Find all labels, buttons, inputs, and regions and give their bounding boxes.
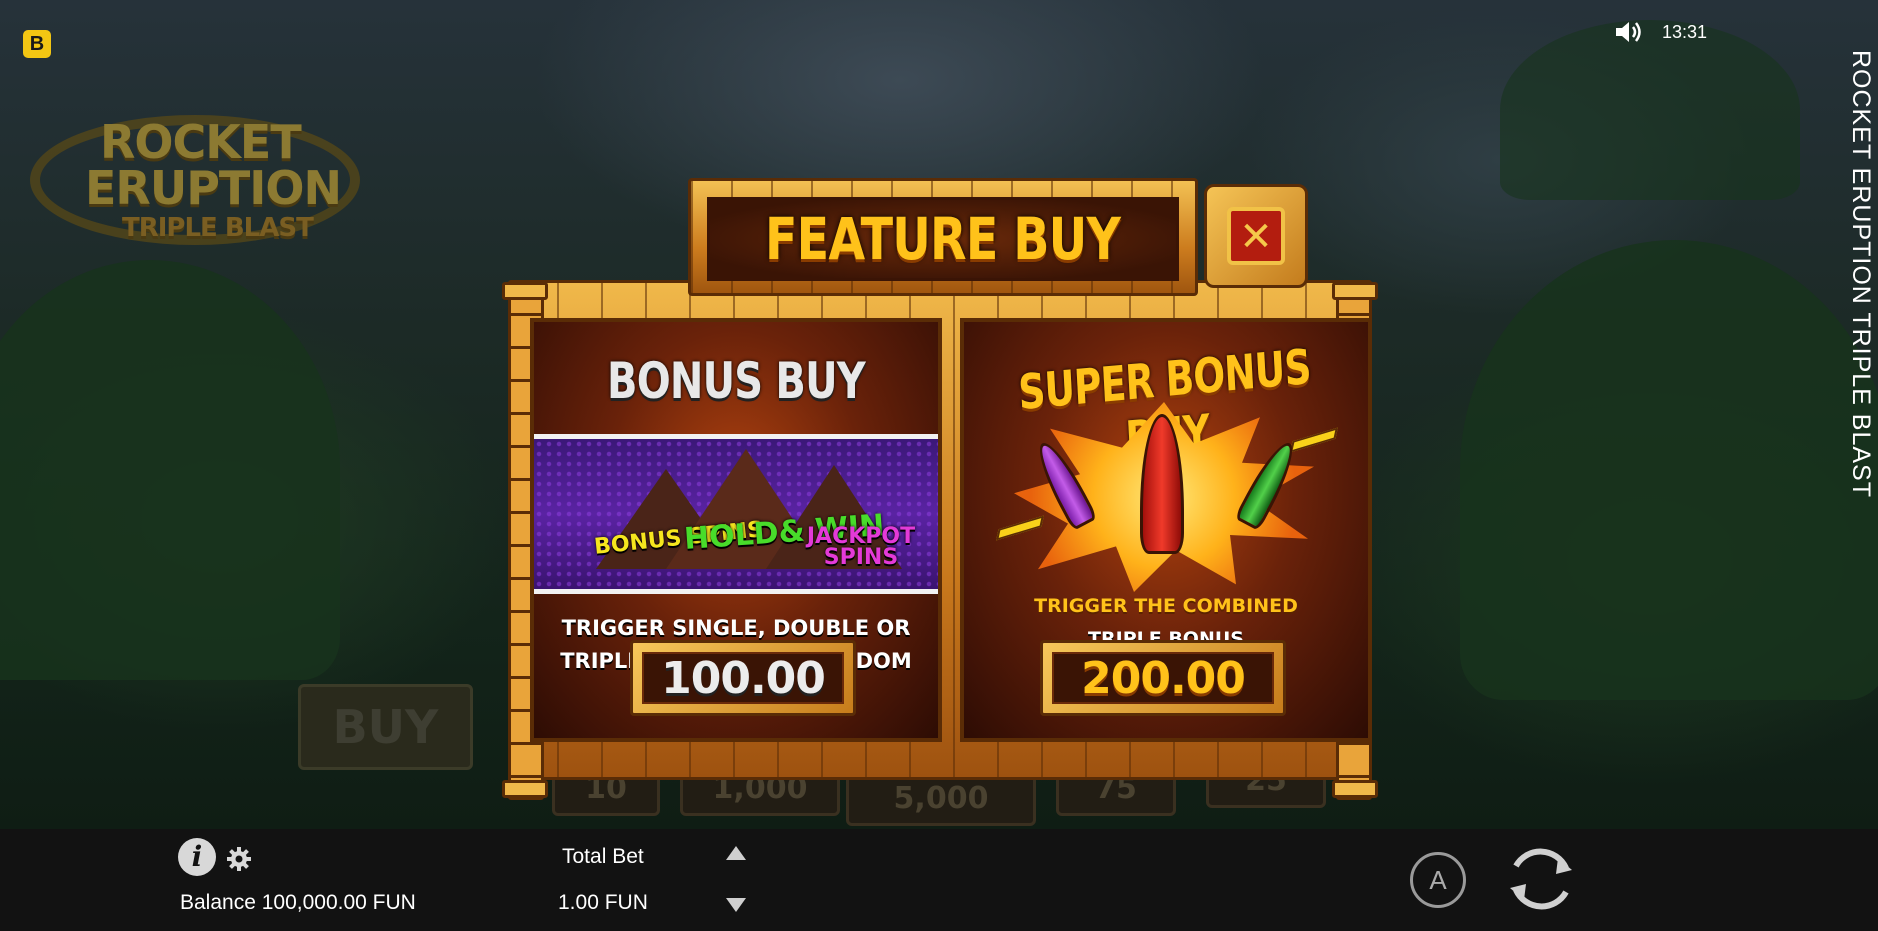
palm-foliage: [0, 260, 340, 680]
sound-icon[interactable]: [1614, 20, 1644, 44]
jackpot-spins-tag: JACKPOT SPINS: [806, 524, 916, 570]
total-bet-label: Total Bet: [562, 845, 644, 868]
palm-foliage: [1500, 20, 1800, 200]
modal-title-box: FEATURE BUY: [688, 178, 1198, 296]
autoplay-label: A: [1429, 865, 1447, 895]
bet-up-icon[interactable]: [726, 846, 746, 860]
brand-badge: B: [23, 30, 51, 58]
bonus-buy-title: BONUS BUY: [607, 352, 866, 410]
bottom-bar: [0, 829, 1878, 931]
super-bonus-buy-price-box[interactable]: 200.00: [1040, 640, 1286, 716]
logo-line2: ERUPTION: [85, 161, 342, 215]
super-bonus-buy-option[interactable]: SUPER BONUS BUY TRIGGER THE COMBINED TRI…: [960, 318, 1372, 742]
game-logo: ROCKET ERUPTION TRIPLE BLAST: [30, 95, 360, 265]
pillar-cap: [502, 282, 548, 300]
autoplay-button[interactable]: A: [1410, 852, 1466, 908]
gear-icon[interactable]: [226, 846, 252, 872]
clock: 13:31: [1662, 22, 1708, 42]
bet-down-icon[interactable]: [726, 898, 746, 912]
logo-line3: TRIPLE BLAST: [122, 213, 314, 243]
side-game-title: ROCKET ERUPTION TRIPLE BLAST: [1847, 50, 1875, 499]
info-icon[interactable]: i: [178, 838, 216, 876]
super-bonus-buy-price: 200.00: [1052, 652, 1274, 704]
pillar-cap: [1332, 780, 1378, 798]
modal-title-inner: FEATURE BUY: [707, 197, 1179, 281]
pillar-cap: [502, 780, 548, 798]
pillar-cap: [1332, 282, 1378, 300]
modal-title: FEATURE BUY: [765, 205, 1121, 273]
total-bet-value: 1.00 FUN: [558, 891, 648, 914]
bonus-buy-price-box[interactable]: 100.00: [630, 640, 856, 716]
background-buy-button: BUY: [298, 684, 473, 770]
close-icon: ✕: [1239, 214, 1273, 260]
feature-buy-modal: FEATURE BUY ✕ BONUS BUY BONUS SPINS HOLD…: [498, 178, 1382, 800]
close-button-inner: ✕: [1227, 207, 1285, 265]
bonus-buy-option[interactable]: BONUS BUY BONUS SPINS HOLD& WIN JACKPOT …: [530, 318, 942, 742]
palm-foliage: [1460, 240, 1878, 700]
close-button[interactable]: ✕: [1204, 184, 1308, 288]
balance-display: Balance 100,000.00 FUN: [180, 891, 416, 914]
lightning-icon: [996, 515, 1044, 541]
spin-icon[interactable]: [1498, 836, 1584, 922]
bonus-buy-price: 100.00: [642, 652, 844, 704]
super-bonus-desc-line1: TRIGGER THE COMBINED: [1034, 595, 1298, 617]
bonus-features-banner: BONUS SPINS HOLD& WIN JACKPOT SPINS: [534, 434, 938, 594]
